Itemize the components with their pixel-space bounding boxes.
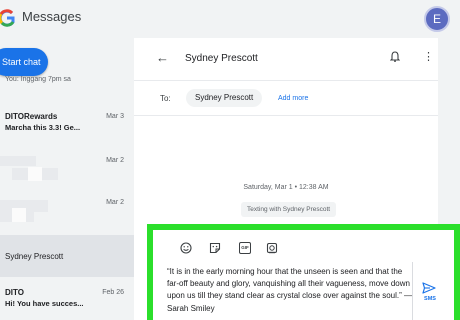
gif-icon[interactable]: GIF <box>239 242 251 254</box>
attachment-icon[interactable] <box>266 242 278 254</box>
conversation-date: Mar 2 <box>106 199 124 206</box>
compose-box[interactable]: GIF “It is in the early morning hour tha… <box>147 224 460 320</box>
conversation-preview: Marcha this 3.3! Ge... <box>5 123 81 132</box>
app-title: Messages <box>22 9 82 24</box>
redacted-block <box>12 208 26 222</box>
conversation-date: Mar 3 <box>106 113 124 120</box>
recipient-chip[interactable]: Sydney Prescott <box>186 89 263 107</box>
conversation-date: Feb 26 <box>102 289 124 296</box>
chat-header: ← Sydney Prescott ⋮ <box>134 38 438 80</box>
sms-label: SMS <box>424 296 436 302</box>
message-input[interactable]: “It is in the early morning hour that th… <box>167 266 413 315</box>
redacted-name <box>0 156 36 166</box>
back-arrow-icon[interactable]: ← <box>156 50 169 65</box>
conversation-item-redacted-1[interactable]: Mar 2 <box>0 150 134 192</box>
start-chat-button[interactable]: Start chat <box>0 48 48 76</box>
list-item[interactable]: You: Inggang 7pm sa <box>0 76 134 88</box>
conversation-name: DITORewards <box>5 112 58 121</box>
conversation-name: DITO <box>5 288 24 297</box>
conversation-date: Mar 2 <box>106 157 124 164</box>
contact-name: Sydney Prescott <box>185 53 258 64</box>
compose-divider <box>412 262 413 320</box>
google-logo-icon <box>0 9 15 27</box>
conversation-preview: You: Inggang 7pm sa <box>5 76 71 83</box>
texting-with-badge: Texting with Sydney Prescott <box>241 202 337 217</box>
emoji-icon[interactable] <box>180 242 192 254</box>
message-timestamp: Saturday, Mar 1 • 12:38 AM <box>243 184 329 191</box>
app-bar: Messages E <box>0 0 460 38</box>
right-gutter <box>440 38 460 226</box>
recipient-row: To: Sydney Prescott Add more <box>134 80 438 116</box>
conversation-item-redacted-2[interactable]: Mar 2 <box>0 192 134 234</box>
send-icon <box>422 282 436 294</box>
more-options-icon[interactable]: ⋮ <box>423 50 434 63</box>
conversation-list: Start chat You: Inggang 7pm sa DITORewar… <box>0 38 134 320</box>
add-more-link[interactable]: Add more <box>278 95 308 102</box>
send-sms-button[interactable]: SMS <box>421 282 439 306</box>
conversation-item-ditorewards[interactable]: DITORewards Marcha this 3.3! Ge... Mar 3 <box>0 106 134 148</box>
account-avatar[interactable]: E <box>424 6 450 32</box>
redacted-block <box>28 167 42 181</box>
conversation-preview: Hi! You have succes... <box>5 299 84 308</box>
to-label: To: <box>160 94 171 103</box>
sticker-icon[interactable] <box>209 242 221 254</box>
conversation-item-sydney-prescott[interactable]: Sydney Prescott <box>0 235 134 277</box>
conversation-name: Sydney Prescott <box>5 252 64 261</box>
conversation-item-dito[interactable]: DITO Hi! You have succes... Feb 26 <box>0 282 134 320</box>
bell-icon[interactable] <box>390 51 400 63</box>
